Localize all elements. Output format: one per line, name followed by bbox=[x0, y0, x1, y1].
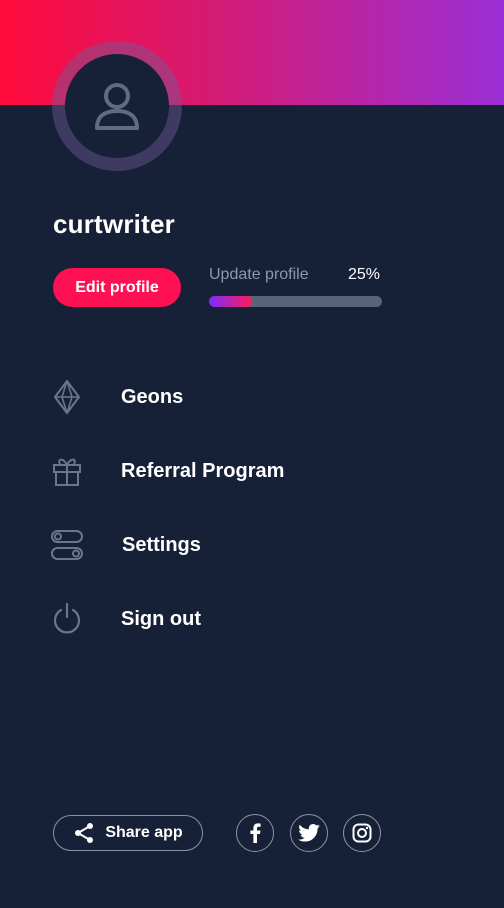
share-app-label: Share app bbox=[105, 824, 183, 841]
avatar[interactable] bbox=[65, 54, 169, 158]
update-profile-percent: 25% bbox=[348, 266, 381, 283]
username: curtwriter bbox=[53, 209, 175, 239]
update-profile-label: Update profile bbox=[209, 266, 309, 283]
menu-label-referral-program: Referral Program bbox=[121, 459, 285, 482]
menu-label-settings: Settings bbox=[122, 533, 201, 556]
instagram-button[interactable] bbox=[343, 814, 381, 852]
twitter-button[interactable] bbox=[290, 814, 328, 852]
menu-item-sign-out[interactable]: Sign out bbox=[50, 599, 450, 639]
instagram-icon bbox=[352, 823, 372, 843]
edit-profile-button[interactable]: Edit profile bbox=[53, 268, 181, 307]
menu-label-geons: Geons bbox=[121, 385, 184, 408]
menu-label-sign-out: Sign out bbox=[121, 607, 201, 630]
profile-progress-bar bbox=[209, 296, 382, 307]
share-icon bbox=[75, 823, 94, 843]
user-icon bbox=[95, 83, 139, 130]
menu-item-geons[interactable]: Geons bbox=[50, 377, 450, 417]
share-app-button[interactable]: Share app bbox=[53, 815, 203, 851]
twitter-icon bbox=[298, 824, 320, 842]
power-icon bbox=[50, 602, 84, 636]
menu-item-settings[interactable]: Settings bbox=[50, 525, 450, 565]
toggle-icon bbox=[50, 528, 84, 562]
profile-progress-fill bbox=[209, 296, 253, 307]
facebook-button[interactable] bbox=[236, 814, 274, 852]
facebook-icon bbox=[250, 823, 261, 843]
menu-item-referral-program[interactable]: Referral Program bbox=[50, 451, 450, 491]
gift-icon bbox=[50, 454, 84, 488]
diamond-icon bbox=[50, 380, 84, 414]
